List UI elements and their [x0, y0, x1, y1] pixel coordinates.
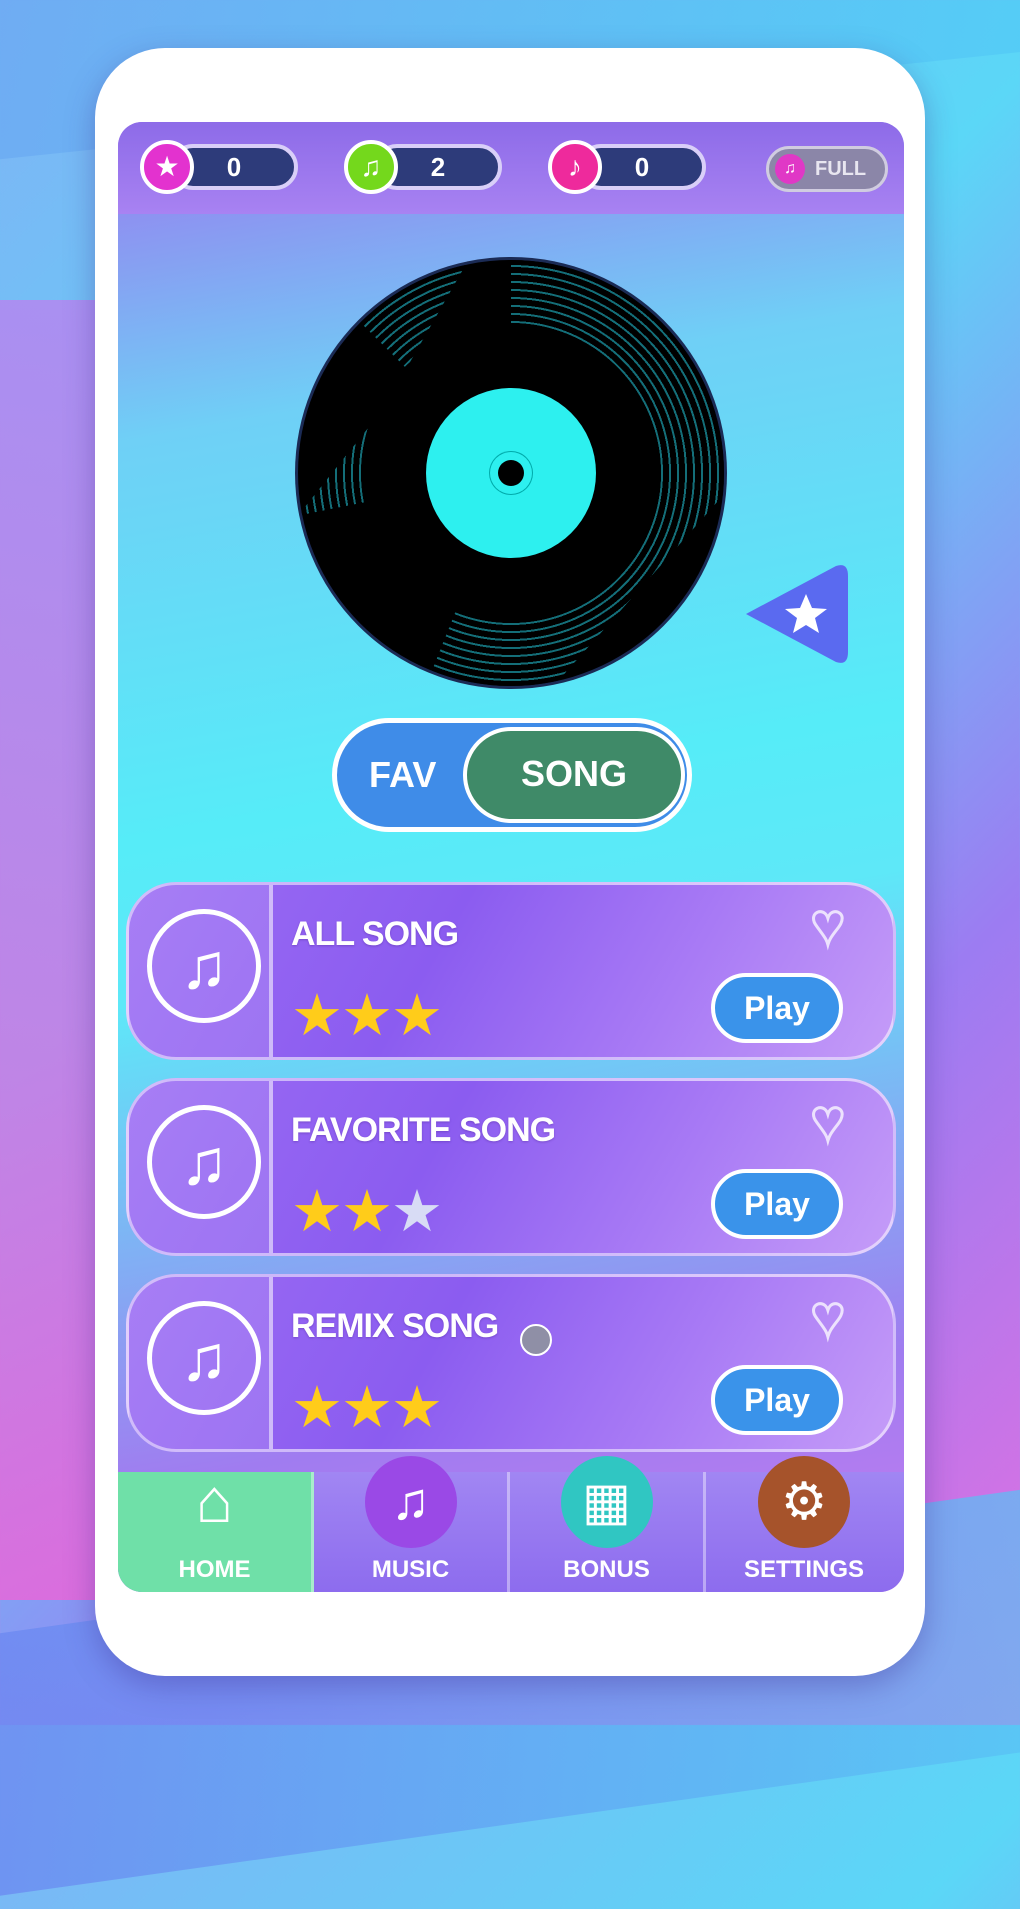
- song-title: ALL SONG: [291, 915, 459, 953]
- star-icon: ★: [341, 1179, 393, 1244]
- song-title: FAVORITE SONG: [291, 1111, 556, 1149]
- record-center-hole: [498, 460, 524, 486]
- star-icon: ★: [291, 983, 343, 1048]
- star-icon: ★: [341, 1375, 393, 1440]
- song-icon-panel: ♫: [129, 1081, 273, 1253]
- star-icon: ★: [391, 1179, 443, 1244]
- music-note-icon: ♫: [147, 909, 261, 1023]
- tab-bonus-label: BONUS: [563, 1556, 650, 1583]
- heart-icon[interactable]: ♥: [809, 1087, 846, 1155]
- fav-song-toggle: FAV SONG: [332, 718, 692, 832]
- star-icon: ★: [140, 140, 194, 194]
- home-icon: ⌂: [195, 1467, 234, 1536]
- song-card[interactable]: ♫ ALL SONG ★★★ ♥ Play: [126, 882, 896, 1060]
- music-note-icon: ♪: [548, 140, 602, 194]
- tab-home[interactable]: ⌂ HOME: [118, 1467, 314, 1592]
- star-icon: ★: [391, 983, 443, 1048]
- song-icon-panel: ♫: [129, 885, 273, 1057]
- star-icon: ★: [341, 983, 393, 1048]
- gear-icon: ⚙: [758, 1456, 850, 1548]
- full-label: FULL: [815, 158, 867, 180]
- tab-settings[interactable]: ⚙ SETTINGS: [706, 1456, 902, 1592]
- music-note-icon: ♫: [147, 1105, 261, 1219]
- top-bar: ★ 0 ♫ 2 ♪ 0 ♫ FULL: [118, 122, 904, 214]
- star-icon: ★: [291, 1375, 343, 1440]
- gift-icon: ▦: [560, 1456, 653, 1548]
- star-rating: ★★★: [291, 1177, 443, 1245]
- tab-music[interactable]: ♫ MUSIC: [314, 1456, 510, 1592]
- bottom-tab-bar: ⌂ HOME ♫ MUSIC ▦ BONUS ⚙ SETTINGS: [118, 1456, 904, 1592]
- fav-tab[interactable]: FAV: [369, 723, 436, 827]
- heart-icon[interactable]: ♥: [809, 1283, 846, 1351]
- song-title: REMIX SONG: [291, 1307, 499, 1345]
- game-screen: ★ 0 ♫ 2 ♪ 0 ♫ FULL FAV SONG ♫ ALL SONG ★…: [118, 122, 904, 1592]
- vinyl-record-disc[interactable]: [298, 260, 724, 686]
- rate-star-button[interactable]: [736, 554, 856, 674]
- tab-settings-label: SETTINGS: [743, 1556, 864, 1583]
- play-button[interactable]: Play: [711, 973, 843, 1043]
- tab-home-label: HOME: [178, 1556, 251, 1583]
- song-tab[interactable]: SONG: [463, 727, 685, 823]
- heart-icon[interactable]: ♥: [809, 891, 846, 959]
- song-card[interactable]: ♫ REMIX SONG ★★★ ♥ Play: [126, 1274, 896, 1452]
- play-button[interactable]: Play: [711, 1169, 843, 1239]
- music-note-icon: ♫: [344, 140, 398, 194]
- star-icon: ★: [291, 1179, 343, 1244]
- tab-music-label: MUSIC: [371, 1556, 450, 1583]
- star-rating: ★★★: [291, 981, 443, 1049]
- tab-bonus[interactable]: ▦ BONUS: [510, 1456, 706, 1592]
- star-rating: ★★★: [291, 1373, 443, 1441]
- song-icon-panel: ♫: [129, 1277, 273, 1449]
- star-icon: ★: [391, 1375, 443, 1440]
- bonus-notification-badge: [520, 1324, 552, 1356]
- full-button[interactable]: ♫ FULL: [766, 146, 888, 192]
- play-button[interactable]: Play: [711, 1365, 843, 1435]
- music-note-icon: ♫: [364, 1456, 457, 1548]
- music-note-icon: ♫: [147, 1301, 261, 1415]
- music-note-icon: ♫: [775, 154, 805, 184]
- song-card[interactable]: ♫ FAVORITE SONG ★★★ ♥ Play: [126, 1078, 896, 1256]
